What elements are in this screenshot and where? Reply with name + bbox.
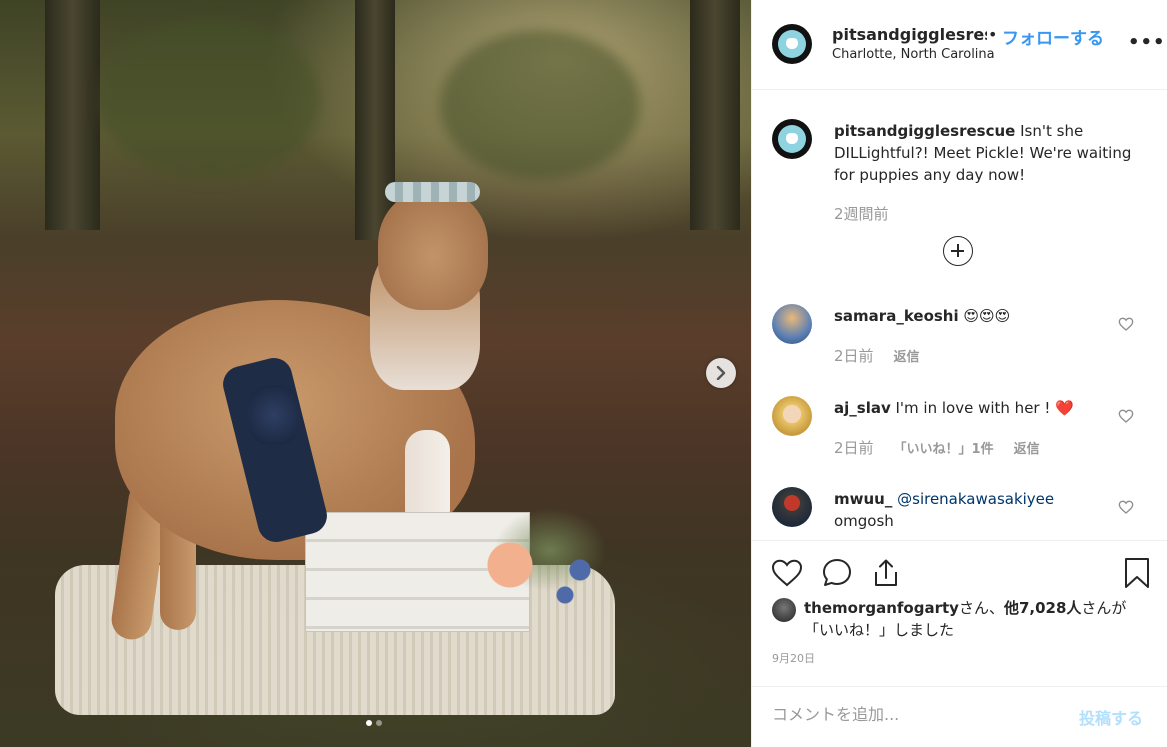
tree-trunk — [690, 0, 740, 230]
avatar[interactable] — [772, 396, 812, 436]
comment-username[interactable]: mwuu_ — [834, 490, 892, 508]
comment-item: samara_keoshi 😍😍😍 2日前 返信 — [752, 301, 1167, 381]
profile-avatar[interactable] — [772, 24, 812, 64]
likes-suffix: さん、 — [958, 599, 1004, 617]
caption-username[interactable]: pitsandgigglesrescue — [834, 122, 1015, 140]
post-date[interactable]: 9月20日 — [772, 650, 815, 666]
post-header: pitsandgigglesrescı • フォローする Charlotte, … — [752, 0, 1167, 90]
reply-button[interactable]: 返信 — [1014, 438, 1040, 457]
load-more-comments-button[interactable] — [943, 236, 973, 266]
bow — [248, 385, 300, 445]
comment-text: mwuu_ @sirenakawasakiyee omgosh — [834, 488, 1124, 532]
tree-trunk — [355, 0, 395, 240]
caption: pitsandgigglesrescue Isn't she DILLightf… — [834, 120, 1134, 186]
add-comment-bar: 投稿する — [752, 686, 1167, 747]
comment-input[interactable] — [772, 705, 1062, 724]
comment-time[interactable]: 2日前 — [834, 437, 874, 458]
action-bar: themorganfogartyさん、他7,028人さんが「いいね！」しました … — [752, 540, 1167, 685]
caption-timestamp[interactable]: 2週間前 — [834, 203, 889, 224]
liker-avatar[interactable] — [772, 598, 796, 622]
liker-username[interactable]: themorganfogarty — [804, 599, 959, 617]
comment-username[interactable]: aj_slav — [834, 399, 891, 417]
tree-trunk — [45, 0, 100, 230]
comment-item: aj_slav I'm in love with her ! ❤️ 2日前 「い… — [752, 393, 1167, 473]
comment-bubble-icon[interactable] — [820, 556, 854, 590]
carousel-dot-active — [366, 720, 372, 726]
rescue-logo — [778, 125, 806, 153]
location-link[interactable]: Charlotte, North Carolina — [832, 47, 995, 62]
header-username[interactable]: pitsandgigglesrescı — [832, 25, 987, 44]
avatar[interactable] — [772, 304, 812, 344]
comment-body: I'm in love with her ! ❤️ — [890, 399, 1074, 417]
post-photo[interactable] — [0, 0, 751, 747]
comment-text: aj_slav I'm in love with her ! ❤️ — [834, 397, 1124, 419]
likes-summary: themorganfogartyさん、他7,028人さんが「いいね！」しました — [772, 597, 1134, 641]
dog-head — [378, 190, 488, 310]
comment-username[interactable]: samara_keoshi — [834, 307, 959, 325]
post-side-panel: pitsandgigglesrescı • フォローする Charlotte, … — [751, 0, 1167, 747]
like-heart-icon[interactable] — [770, 556, 804, 590]
chevron-right-icon — [716, 366, 726, 380]
comment-body: 😍😍😍 — [958, 307, 1011, 325]
caption-avatar[interactable] — [772, 119, 812, 159]
more-options-icon[interactable]: ••• — [1128, 32, 1166, 53]
reply-button[interactable]: 返信 — [894, 346, 920, 365]
carousel-dot — [376, 720, 382, 726]
rescue-logo — [778, 30, 806, 58]
post-comment-button[interactable]: 投稿する — [1079, 705, 1143, 729]
heart-outline-icon[interactable] — [1118, 499, 1134, 515]
next-slide-button[interactable] — [706, 358, 736, 388]
comment-time[interactable]: 2日前 — [834, 345, 874, 366]
bookmark-icon[interactable] — [1120, 556, 1154, 590]
comment-likes-count[interactable]: 「いいね！」1件 — [894, 438, 994, 457]
comment-text: samara_keoshi 😍😍😍 — [834, 305, 1124, 327]
separator-dot: • — [988, 25, 998, 44]
carousel-dots — [366, 720, 382, 726]
comments-list[interactable]: pitsandgigglesrescue Isn't she DILLightf… — [752, 91, 1167, 539]
share-icon[interactable] — [869, 556, 903, 590]
heart-outline-icon[interactable] — [1118, 408, 1134, 424]
heart-outline-icon[interactable] — [1118, 316, 1134, 332]
comment-item: mwuu_ @sirenakawasakiyee omgosh — [752, 485, 1167, 539]
foliage — [100, 20, 320, 180]
likes-text: themorganfogartyさん、他7,028人さんが「いいね！」しました — [804, 597, 1134, 641]
avatar[interactable] — [772, 487, 812, 527]
comment-mention[interactable]: @sirenakawasakiyee — [892, 490, 1054, 508]
comment-meta: 2日前 「いいね！」1件 返信 — [834, 437, 1040, 458]
flower-crown — [385, 182, 480, 202]
follow-button[interactable]: フォローする — [1002, 24, 1104, 49]
comment-meta: 2日前 返信 — [834, 345, 920, 366]
flower-bouquet — [470, 470, 630, 620]
comment-body: omgosh — [834, 512, 894, 530]
likes-others-count[interactable]: 他7,028人 — [1004, 599, 1081, 617]
foliage — [440, 30, 640, 180]
